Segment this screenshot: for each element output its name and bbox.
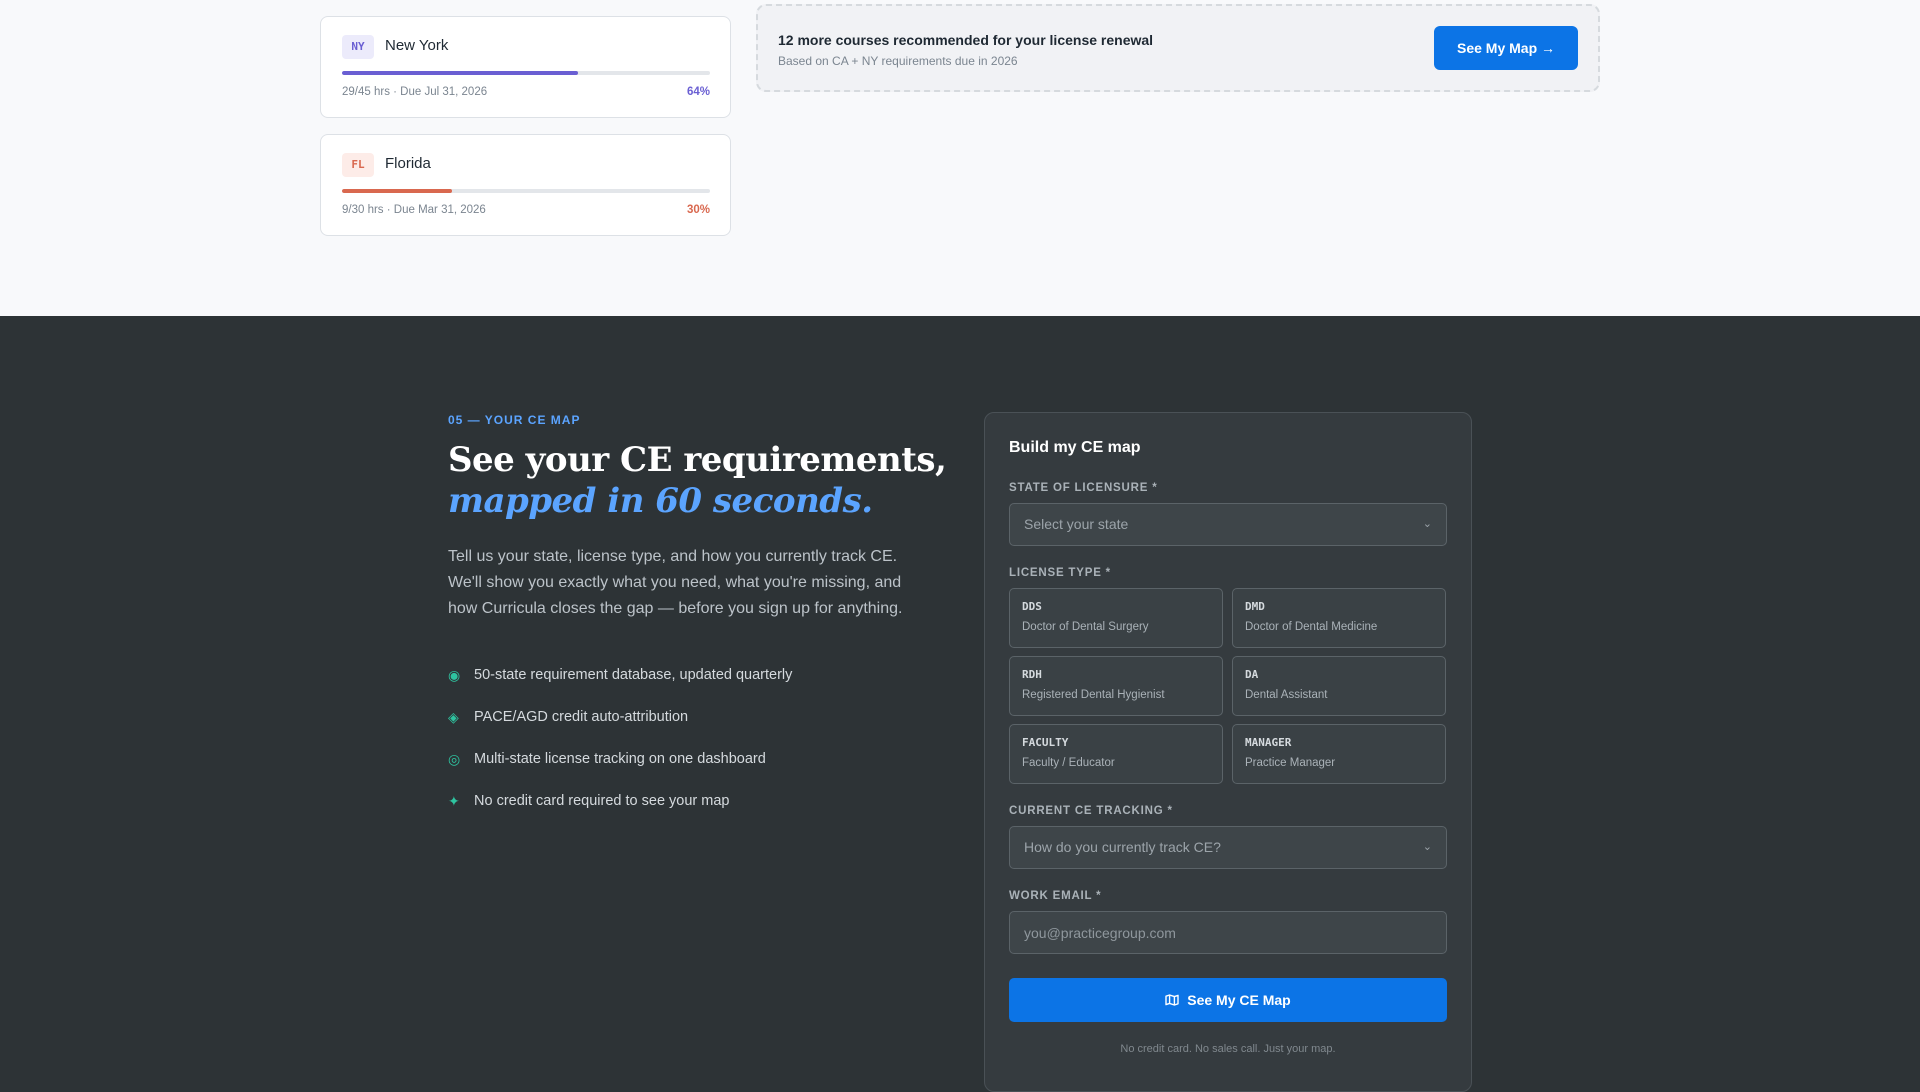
license-option-dds[interactable]: DDS Doctor of Dental Surgery [1009,588,1223,648]
email-field-wrapper [1009,911,1447,954]
state-label: STATE OF LICENSURE * [1009,482,1158,494]
tracking-label: CURRENT CE TRACKING * [1009,805,1173,817]
feature-item: ◉ 50-state requirement database, updated… [448,654,792,696]
state-hours-due: 29/45 hrs · Due Jul 31, 2026 [342,86,488,98]
email-label: WORK EMAIL * [1009,890,1102,902]
license-code: RDH [1022,668,1042,681]
email-field[interactable] [1024,912,1424,953]
license-code: DMD [1245,600,1265,613]
diamond-icon: ◈ [448,708,459,725]
map-icon [1165,994,1179,1006]
see-my-ce-map-button[interactable]: See My CE Map [1009,978,1447,1022]
progress-bar-fill [342,71,578,75]
license-code: MANAGER [1245,736,1292,749]
license-description: Practice Manager [1245,757,1336,769]
state-name: New York [385,37,449,54]
license-description: Registered Dental Hygienist [1022,689,1165,701]
license-code: FACULTY [1022,736,1069,749]
progress-bar [342,189,710,193]
license-description: Dental Assistant [1245,689,1328,701]
sparkle-icon: ✦ [448,792,460,809]
recommendation-title: 12 more courses recommended for your lic… [778,32,1154,48]
state-select-value: Select your state [1024,516,1129,532]
tracking-select[interactable]: How do you currently track CE? ⌄ [1009,826,1447,869]
form-note: No credit card. No sales call. Just your… [1120,1043,1336,1055]
feature-item: ✦ No credit card required to see your ma… [448,780,792,822]
circle-icon: ◎ [448,750,461,767]
submit-label: See My CE Map [1187,992,1291,1008]
form-title: Build my CE map [1009,439,1141,456]
chevron-down-icon: ⌄ [1422,841,1432,853]
license-type-grid: DDS Doctor of Dental Surgery DMD Doctor … [1009,588,1447,784]
license-code: DA [1245,668,1259,681]
feature-text: PACE/AGD credit auto-attribution [474,709,689,725]
license-description: Doctor of Dental Surgery [1022,621,1149,633]
state-hours-due: 9/30 hrs · Due Mar 31, 2026 [342,204,486,216]
license-description: Faculty / Educator [1022,757,1115,769]
feature-item: ◈ PACE/AGD credit auto-attribution [448,696,792,738]
progress-bar [342,71,710,75]
headline-accent: mapped in 60 seconds. [448,481,873,521]
feature-text: Multi-state license tracking on one dash… [474,751,766,767]
state-percent: 30% [686,204,710,216]
state-card-new-york[interactable]: NY New York 29/45 hrs · Due Jul 31, 2026… [320,16,731,118]
section-eyebrow: 05 — YOUR CE MAP [448,413,581,427]
state-select[interactable]: Select your state ⌄ [1009,503,1447,546]
ce-map-form: Build my CE map STATE OF LICENSURE * Sel… [984,412,1472,1092]
state-name: Florida [385,155,431,172]
license-type-label: LICENSE TYPE * [1009,567,1111,579]
recommendation-subtitle: Based on CA + NY requirements due in 202… [778,54,1018,68]
feature-text: 50-state requirement database, updated q… [474,667,793,683]
state-badge: FL [342,153,374,177]
recommendation-banner: 12 more courses recommended for your lic… [756,4,1600,92]
section-intro: Tell us your state, license type, and ho… [448,548,903,617]
state-percent: 64% [686,86,710,98]
chevron-down-icon: ⌄ [1422,518,1432,530]
tracking-select-value: How do you currently track CE? [1024,839,1221,855]
state-badge: NY [342,35,374,59]
license-description: Doctor of Dental Medicine [1245,621,1378,633]
feature-list: ◉ 50-state requirement database, updated… [448,654,792,822]
license-option-manager[interactable]: MANAGER Practice Manager [1232,724,1446,784]
license-option-faculty[interactable]: FACULTY Faculty / Educator [1009,724,1223,784]
license-option-rdh[interactable]: RDH Registered Dental Hygienist [1009,656,1223,716]
progress-bar-fill [342,189,453,193]
target-icon: ◉ [448,666,461,683]
feature-item: ◎ Multi-state license tracking on one da… [448,738,792,780]
license-code: DDS [1022,600,1042,613]
progress-section: NY New York 29/45 hrs · Due Jul 31, 2026… [0,0,1920,316]
license-option-dmd[interactable]: DMD Doctor of Dental Medicine [1232,588,1446,648]
section-headline: See your CE requirements, mapped in 60 s… [448,440,947,522]
headline-main: See your CE requirements, [448,440,947,480]
see-my-map-button[interactable]: See My Map → [1434,26,1578,70]
feature-text: No credit card required to see your map [474,793,730,809]
license-option-da[interactable]: DA Dental Assistant [1232,656,1446,716]
state-card-florida[interactable]: FL Florida 9/30 hrs · Due Mar 31, 2026 3… [320,134,731,236]
